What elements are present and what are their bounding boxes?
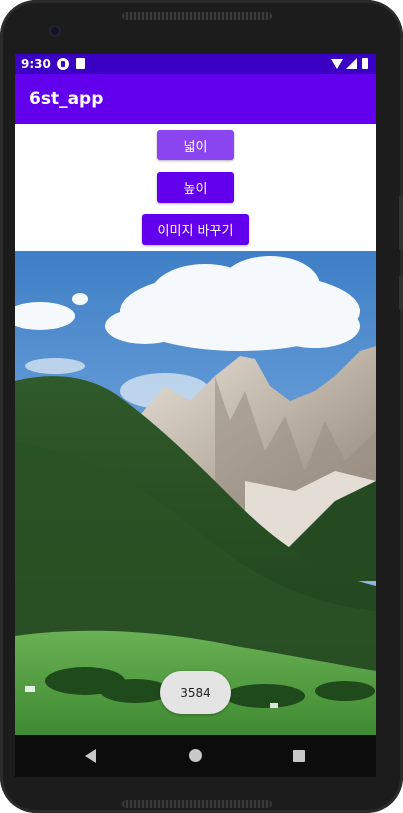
height-button[interactable]: 높이 [157,172,234,203]
recents-icon[interactable] [293,750,305,762]
wifi-icon [331,59,343,69]
sim-icon [76,58,85,69]
screen: 9:30 6st_app 넓이 높이 이미지 바꾸기 3584 [15,54,376,777]
status-bar: 9:30 [15,54,376,74]
change-image-button[interactable]: 이미지 바꾸기 [142,214,249,245]
landscape-image [15,251,376,735]
front-camera [49,25,61,37]
app-title: 6st_app [29,89,104,109]
back-icon[interactable] [85,749,96,763]
battery-icon [362,58,368,69]
status-time: 9:30 [21,57,51,71]
volume-button [399,195,403,250]
signal-icon [346,58,357,69]
navigation-bar [15,735,376,777]
bottom-speaker [122,800,272,808]
app-bar: 6st_app [15,74,376,124]
width-button[interactable]: 넓이 [157,130,234,160]
power-button [399,275,403,310]
earpiece-speaker [122,12,272,20]
home-icon[interactable] [189,749,202,762]
phone-frame: 9:30 6st_app 넓이 높이 이미지 바꾸기 3584 [0,0,403,813]
notification-icon [57,58,69,70]
toast-message: 3584 [160,671,231,714]
